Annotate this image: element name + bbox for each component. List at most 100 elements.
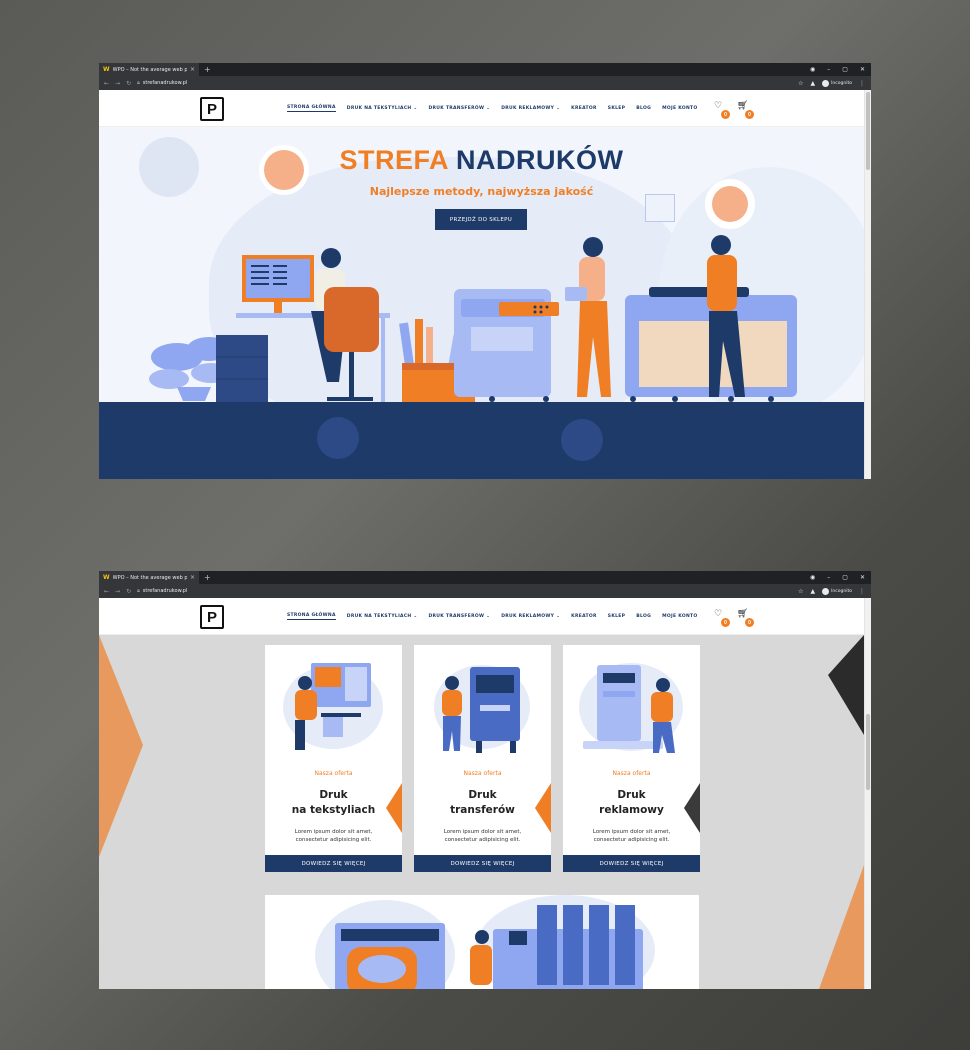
site-logo[interactable]: P [200,97,224,121]
star-icon[interactable]: ☆ [798,80,803,87]
tab-close-icon[interactable]: × [190,574,195,581]
menu-item-blog[interactable]: BLOG [636,614,651,619]
menu-item-transfer[interactable]: DRUK TRANSFERÓW ⌄ [428,614,490,619]
profile-button[interactable]: Incognito [822,587,852,595]
back-icon[interactable]: ← [104,588,109,595]
menu-dots-icon[interactable]: ⋮ [859,588,865,595]
browser-addressbar: ← → ↻ 🔒︎ strefanadrukow.pl ☆ ▲ Incognito… [99,584,871,598]
heart-icon[interactable]: ♡ [714,101,722,111]
card-title-line1: Druk [468,789,497,801]
card-title: Druk na tekstyliach [265,788,402,818]
menu-item-textile[interactable]: DRUK NA TEKSTYLIACH ⌄ [347,614,418,619]
offer-card-transfer[interactable]: Nasza oferta Druk transferów Lorem ipsum… [414,645,551,872]
page-scrollbar[interactable] [864,598,871,989]
incognito-icon: ◉ [810,574,816,581]
card-description-line2: consectetur adipisicing elit. [295,837,372,843]
url-field[interactable]: 🔒︎ strefanadrukow.pl [137,80,187,86]
offer-card-textile[interactable]: Nasza oferta Druk na tekstyliach Lorem i… [265,645,402,872]
tab-close-icon[interactable]: × [190,66,195,73]
card-title-line2: na tekstyliach [291,804,376,816]
menu-item-shop[interactable]: SKLEP [608,614,625,619]
menu-item-home[interactable]: STRONA GŁÓWNA [287,613,336,620]
learn-more-button[interactable]: DOWIEDZ SIĘ WIĘCEJ [414,855,551,872]
card-title-line2: transferów [450,804,515,816]
hero-section: STREFA NADRUKÓW Najlepsze metody, najwyż… [99,127,864,479]
profile-label: Incognito [831,80,852,86]
learn-more-button[interactable]: DOWIEDZ SIĘ WIĘCEJ [265,855,402,872]
card-title: Druk reklamowy [563,788,700,818]
forward-icon[interactable]: → [115,588,120,595]
new-tab-button[interactable]: + [204,573,211,582]
new-tab-button[interactable]: + [204,65,211,74]
card-description-line2: consectetur adipisicing elit. [444,837,521,843]
browser-tabbar: W WPO – Not the average web pro × + ◉ – … [99,571,871,584]
card-arrow-accent [684,783,700,833]
screenshot-hero: W WPO – Not the average web pro × + ◉ – … [99,63,871,479]
menu-item-advertising[interactable]: DRUK REKLAMOWY ⌄ [501,106,560,111]
scrollbar-thumb[interactable] [866,92,870,170]
card-title-line2: reklamowy [599,804,664,816]
maximize-icon[interactable]: ▢ [842,574,848,581]
card-description-line1: Lorem ipsum dolor sit amet, [294,829,373,835]
incognito-icon [822,79,830,87]
extension-icon[interactable]: ▲ [810,80,815,87]
menu-item-shop[interactable]: SKLEP [608,106,625,111]
forward-icon[interactable]: → [115,80,120,87]
browser-tab[interactable]: W WPO – Not the average web pro × [99,571,199,584]
card-description-line2: consectetur adipisicing elit. [593,837,670,843]
favicon-icon: W [103,574,110,581]
lock-icon: 🔒︎ [137,80,140,86]
site-logo[interactable]: P [200,605,224,629]
reload-icon[interactable]: ↻ [126,80,131,87]
scrollbar-thumb[interactable] [866,714,870,790]
url-text: strefanadrukow.pl [142,80,188,86]
card-title: Druk transferów [414,788,551,818]
site-header: P STRONA GŁÓWNA DRUK NA TEKSTYLIACH ⌄ DR… [99,598,871,635]
card-arrow-accent [386,783,402,833]
card-description-line1: Lorem ipsum dolor sit amet, [592,829,671,835]
card-description-line1: Lorem ipsum dolor sit amet, [443,829,522,835]
floor-circle [561,419,603,461]
browser-tab[interactable]: W WPO – Not the average web pro × [99,63,199,76]
tab-title: WPO – Not the average web pro [112,574,187,581]
menu-item-blog[interactable]: BLOG [636,106,651,111]
card-description: Lorem ipsum dolor sit amet, consectetur … [275,828,392,844]
heart-icon[interactable]: ♡ [714,609,722,619]
wishlist-count-badge: 0 [721,110,730,119]
offer-section: Nasza oferta Druk na tekstyliach Lorem i… [99,635,864,989]
offer-card-wide[interactable] [265,895,699,989]
minimize-icon[interactable]: – [827,66,830,73]
menu-item-home[interactable]: STRONA GŁÓWNA [287,105,336,112]
close-icon[interactable]: ✕ [860,66,865,73]
menu-dots-icon[interactable]: ⋮ [859,80,865,87]
cart-count-badge: 0 [745,110,754,119]
learn-more-button[interactable]: DOWIEDZ SIĘ WIĘCEJ [563,855,700,872]
close-icon[interactable]: ✕ [860,574,865,581]
menu-item-account[interactable]: MOJE KONTO [662,614,697,619]
incognito-icon [822,587,830,595]
menu-item-creator[interactable]: KREATOR [571,614,597,619]
url-field[interactable]: 🔒︎ strefanadrukow.pl [137,588,187,594]
menu-item-account[interactable]: MOJE KONTO [662,106,697,111]
star-icon[interactable]: ☆ [798,588,803,595]
offer-card-advertising[interactable]: Nasza oferta Druk reklamowy Lorem ipsum … [563,645,700,872]
menu-item-advertising[interactable]: DRUK REKLAMOWY ⌄ [501,614,560,619]
menu-item-textile[interactable]: DRUK NA TEKSTYLIACH ⌄ [347,106,418,111]
back-icon[interactable]: ← [104,80,109,87]
menu-item-creator[interactable]: KREATOR [571,106,597,111]
profile-button[interactable]: Incognito [822,79,852,87]
card-kicker: Nasza oferta [314,770,353,777]
wishlist-count-badge: 0 [721,618,730,627]
reload-icon[interactable]: ↻ [126,588,131,595]
card-kicker: Nasza oferta [612,770,651,777]
url-text: strefanadrukow.pl [142,588,188,594]
page-scrollbar[interactable] [864,90,871,479]
browser-addressbar: ← → ↻ 🔒︎ strefanadrukow.pl ☆ ▲ Incognito… [99,76,871,90]
logo-letter: P [206,100,217,118]
maximize-icon[interactable]: ▢ [842,66,848,73]
minimize-icon[interactable]: – [827,574,830,581]
extension-icon[interactable]: ▲ [810,588,815,595]
lock-icon: 🔒︎ [137,588,140,594]
menu-item-transfer[interactable]: DRUK TRANSFERÓW ⌄ [428,106,490,111]
logo-letter: P [206,608,217,626]
